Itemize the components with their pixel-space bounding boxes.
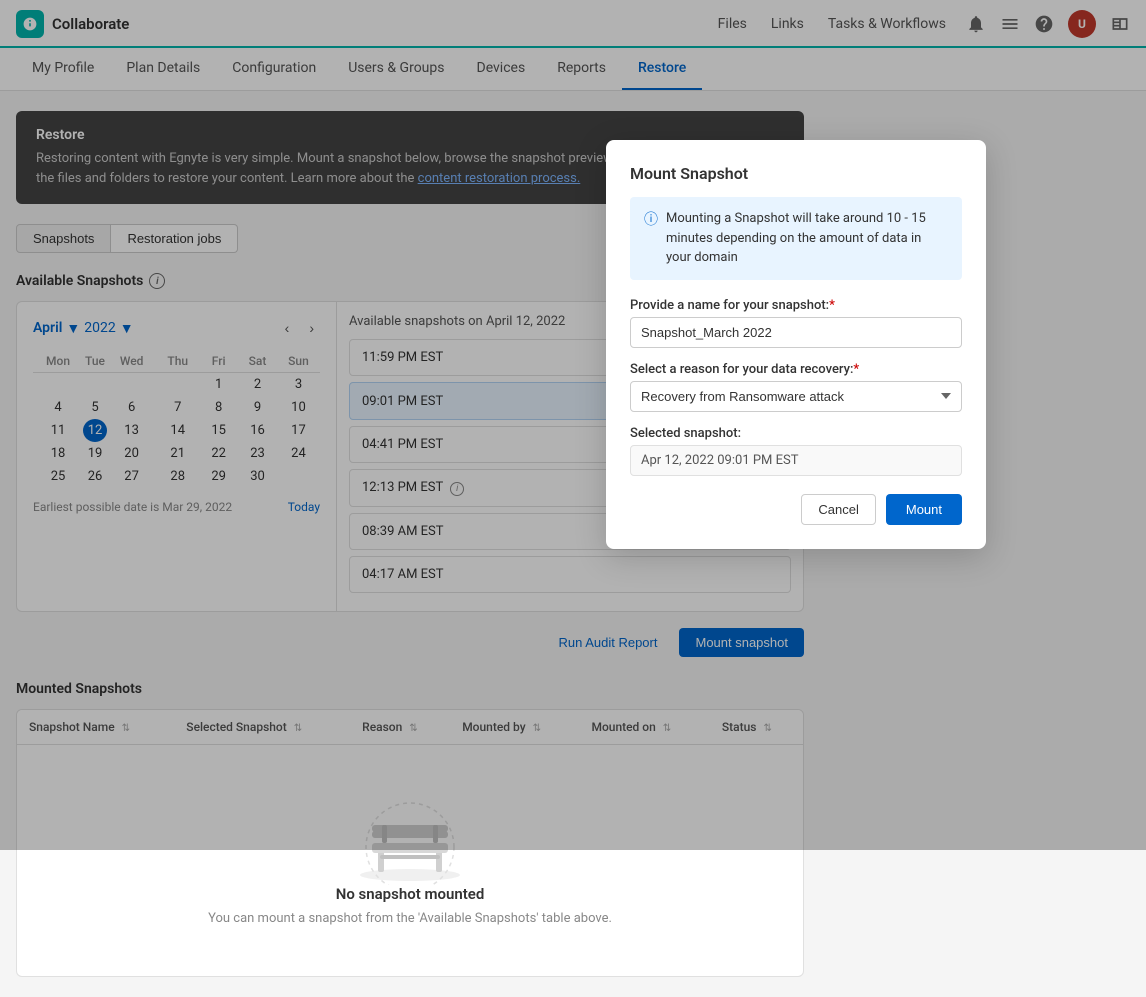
modal-name-label: Provide a name for your snapshot:*	[630, 298, 962, 313]
modal-info-text: Mounting a Snapshot will take around 10 …	[666, 209, 948, 268]
empty-desc: You can mount a snapshot from the 'Avail…	[49, 911, 771, 926]
mount-button[interactable]: Mount	[886, 494, 962, 525]
cancel-button[interactable]: Cancel	[801, 494, 875, 525]
modal-title: Mount Snapshot	[630, 164, 962, 183]
modal-selected-snap-label: Selected snapshot:	[630, 426, 962, 441]
modal-footer: Cancel Mount	[630, 494, 962, 525]
modal-reason-label: Select a reason for your data recovery:*	[630, 362, 962, 377]
modal-selected-snap-value: Apr 12, 2022 09:01 PM EST	[630, 445, 962, 476]
modal-name-input[interactable]	[630, 317, 962, 348]
modal-reason-required: *	[853, 362, 859, 377]
empty-title: No snapshot mounted	[49, 885, 771, 903]
modal-reason-select[interactable]: Recovery from Ransomware attack Accident…	[630, 381, 962, 412]
modal-info-icon: ⓘ	[644, 210, 658, 231]
mount-snapshot-modal: Mount Snapshot ⓘ Mounting a Snapshot wil…	[606, 140, 986, 549]
modal-info-box: ⓘ Mounting a Snapshot will take around 1…	[630, 197, 962, 280]
modal-name-required: *	[829, 298, 835, 313]
